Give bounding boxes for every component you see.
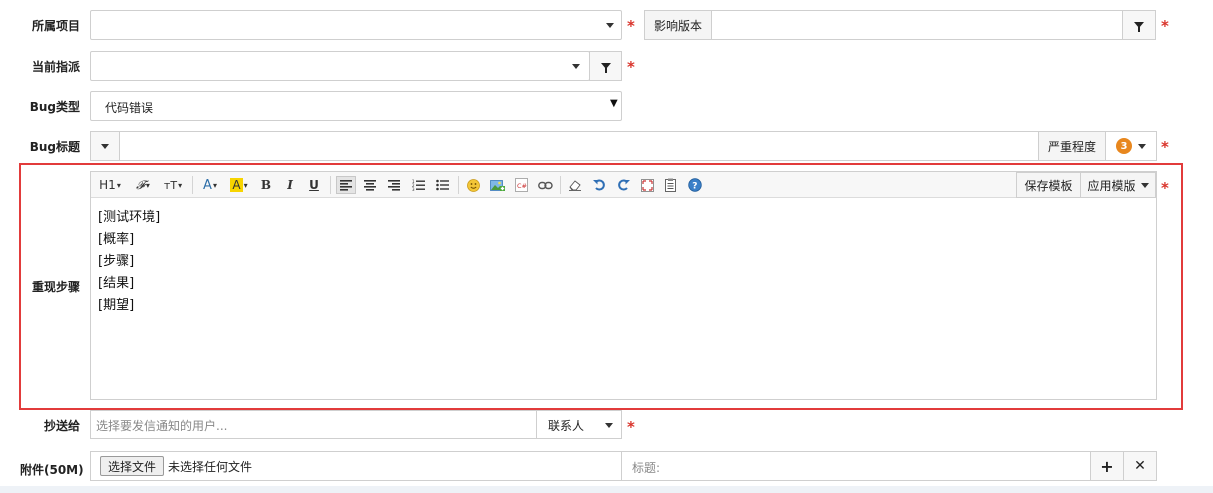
bullet-list-icon[interactable]	[432, 176, 452, 194]
redo-icon[interactable]	[614, 176, 632, 194]
heading-label: H1	[99, 178, 116, 192]
align-center-icon[interactable]	[360, 176, 380, 194]
underline-button[interactable]: U	[306, 176, 322, 194]
contact-list-select[interactable]: 联系人	[536, 410, 622, 439]
rich-text-editor[interactable]	[90, 171, 1157, 400]
severity-select[interactable]: 3	[1105, 131, 1157, 161]
font-color-label: A	[203, 177, 212, 193]
font-color-button[interactable]: A ▾	[199, 176, 221, 194]
bug-title-label: Bug标题	[29, 140, 80, 154]
svg-text:?: ?	[692, 182, 697, 192]
filter-icon	[1134, 22, 1144, 32]
plus-icon: +	[1100, 456, 1114, 476]
chevron-down-icon	[606, 23, 614, 28]
highlight-label: A	[230, 178, 243, 192]
editor-line: [测试环境]	[98, 210, 161, 225]
required-mark: *	[627, 418, 635, 436]
font-family-dropdown[interactable]: 𝓕 ▾	[131, 176, 155, 194]
bold-button[interactable]: B	[258, 176, 274, 194]
italic-button[interactable]: I	[282, 176, 298, 194]
toolbar-divider	[560, 176, 561, 194]
attachment-label: 附件(50M)	[20, 463, 84, 477]
file-title-input[interactable]: 标题:	[621, 451, 1091, 481]
choose-file-button[interactable]: 选择文件	[100, 456, 164, 476]
chevron-down-icon	[101, 143, 109, 149]
align-right-icon[interactable]	[384, 176, 404, 194]
required-mark: *	[627, 58, 635, 76]
code-icon[interactable]: C#	[512, 176, 530, 194]
image-icon[interactable]	[488, 176, 506, 194]
editor-line: [概率]	[98, 232, 135, 247]
assign-filter-button[interactable]	[589, 51, 622, 81]
file-input-group: 选择文件 未选择任何文件	[90, 451, 622, 481]
font-size-dropdown[interactable]: тT ▾	[160, 176, 186, 194]
chevron-down-icon	[1138, 143, 1146, 149]
close-icon: ✕	[1134, 458, 1146, 474]
required-mark: *	[627, 17, 635, 35]
bottom-edge-bar	[0, 486, 1213, 493]
toolbar-divider	[330, 176, 331, 194]
bug-type-value: 代码错误	[105, 101, 154, 115]
paste-text-icon[interactable]	[662, 176, 680, 194]
cc-placeholder: 选择要发信通知的用户...	[96, 419, 228, 433]
affect-version-select[interactable]	[711, 10, 1123, 40]
chevron-down-icon: ▼	[610, 98, 618, 109]
help-icon[interactable]: ?	[686, 176, 704, 194]
add-attachment-button[interactable]: +	[1090, 451, 1124, 481]
steps-label: 重现步骤	[31, 280, 80, 294]
chevron-down-icon	[1140, 182, 1149, 188]
assign-select[interactable]	[90, 51, 590, 81]
editor-content[interactable]: [测试环境] [概率] [步骤] [结果] [期望]	[98, 207, 160, 317]
remove-attachment-button[interactable]: ✕	[1123, 451, 1157, 481]
project-select[interactable]	[90, 10, 622, 40]
heading-dropdown[interactable]: H1 ▾	[96, 176, 124, 194]
highlight-button[interactable]: A ▾	[227, 176, 251, 194]
chevron-down-icon	[605, 423, 613, 428]
severity-label: 严重程度	[1038, 131, 1106, 161]
size-label: тT	[163, 178, 178, 192]
contact-label: 联系人	[548, 419, 585, 433]
affect-version-label: 影响版本	[644, 10, 712, 40]
editor-line: [期望]	[98, 298, 135, 313]
bug-type-select[interactable]: 代码错误 ▼	[90, 91, 622, 121]
undo-icon[interactable]	[590, 176, 608, 194]
apply-template-dropdown[interactable]: 应用模版	[1080, 172, 1156, 198]
required-mark: *	[1161, 138, 1169, 156]
cc-user-input[interactable]: 选择要发信通知的用户...	[90, 410, 537, 439]
assign-label: 当前指派	[31, 60, 80, 74]
font-label: 𝓕	[136, 177, 145, 192]
fullscreen-icon[interactable]	[638, 176, 656, 194]
link-icon[interactable]	[536, 176, 554, 194]
save-template-button[interactable]: 保存模板	[1016, 172, 1081, 198]
svg-text:3: 3	[412, 187, 415, 191]
file-status: 未选择任何文件	[168, 460, 253, 474]
required-mark: *	[1161, 17, 1169, 35]
severity-badge: 3	[1116, 138, 1132, 154]
apply-template-label: 应用模版	[1087, 178, 1136, 193]
align-left-icon[interactable]	[336, 176, 356, 194]
bug-title-input[interactable]	[119, 131, 1039, 161]
bug-type-label: Bug类型	[29, 100, 80, 114]
filter-icon	[600, 63, 611, 73]
editor-line: [结果]	[98, 276, 135, 291]
chevron-down-icon	[572, 64, 580, 69]
file-title-placeholder: 标题:	[632, 461, 661, 475]
svg-text:C#: C#	[517, 182, 527, 190]
required-mark: *	[1161, 179, 1169, 197]
eraser-icon[interactable]	[566, 176, 584, 194]
emoji-icon[interactable]	[464, 176, 482, 194]
ordered-list-icon[interactable]: 123	[408, 176, 428, 194]
cc-label: 抄送给	[43, 419, 80, 433]
editor-line: [步骤]	[98, 254, 135, 269]
toolbar-divider	[458, 176, 459, 194]
project-label: 所属项目	[31, 19, 80, 33]
title-color-dropdown[interactable]	[90, 131, 120, 161]
toolbar-divider	[192, 176, 193, 194]
version-filter-button[interactable]	[1122, 10, 1156, 40]
